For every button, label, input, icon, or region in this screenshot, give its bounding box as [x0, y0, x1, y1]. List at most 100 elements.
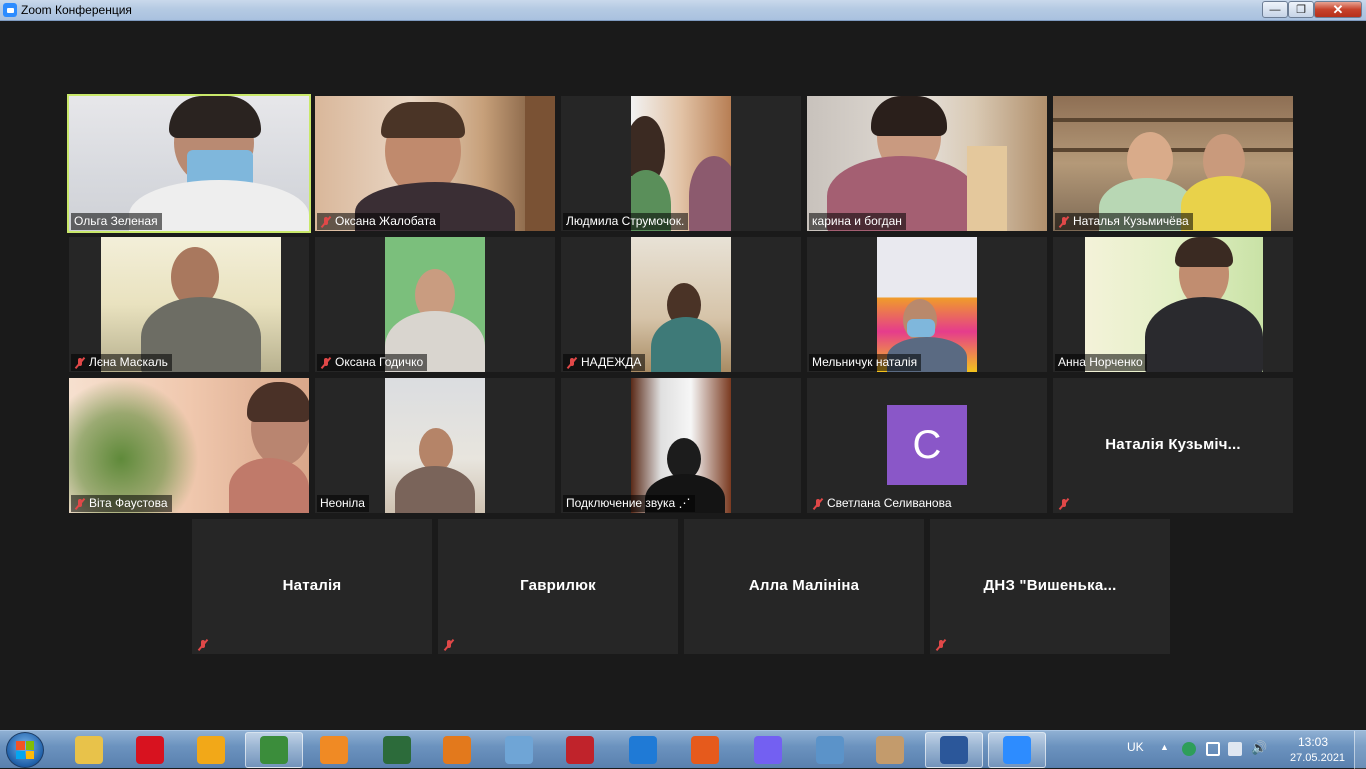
opera-icon [136, 736, 164, 764]
maximize-button[interactable]: ❐ [1288, 1, 1314, 18]
participant-tile[interactable]: Людмила Струмочок. [561, 96, 801, 231]
participant-tile[interactable]: Гаврилюк [438, 519, 678, 654]
antivirus-icon[interactable] [1182, 742, 1196, 756]
taskbar-button[interactable] [801, 732, 859, 768]
participant-tile[interactable]: Наталья Кузьмичёва [1053, 96, 1293, 231]
participant-video [69, 96, 309, 231]
participant-name: ДНЗ "Вишенька... [983, 577, 1117, 594]
file-explorer-icon [75, 736, 103, 764]
close-button[interactable]: ✕ [1314, 1, 1362, 18]
participant-tile[interactable]: Оксана Годичко [315, 237, 555, 372]
network-icon[interactable] [1206, 742, 1220, 756]
game-icon [443, 736, 471, 764]
mahjong-icon [876, 736, 904, 764]
taskbar-button[interactable] [551, 732, 609, 768]
microphone-muted-icon [812, 498, 824, 510]
participant-name: Оксана Жалобата [317, 213, 440, 230]
participant-tile[interactable]: карина и богдан [807, 96, 1047, 231]
taskbar-button[interactable] [305, 732, 363, 768]
participant-name: НАДЕЖДА [563, 354, 646, 371]
participant-video [1085, 237, 1263, 372]
microphone-muted-icon [935, 639, 947, 651]
participant-tile[interactable]: Оксана Жалобата [315, 96, 555, 231]
participant-name: Мельничук наталія [809, 354, 922, 371]
microphone-muted-icon [320, 357, 332, 369]
participant-tile[interactable]: Віта Фаустова [69, 378, 309, 513]
taskbar-button[interactable] [925, 732, 983, 768]
participant-name: Наталія Кузьміч... [1105, 436, 1241, 453]
gallery-view: Ольга Зеленая Оксана Жалобата Людмила Ст… [0, 22, 1366, 730]
taskbar-button[interactable] [121, 732, 179, 768]
eyes-icon [816, 736, 844, 764]
participant-name: Віта Фаустова [71, 495, 172, 512]
microphone-muted-icon [1058, 498, 1070, 510]
participant-tile[interactable]: Мельничук наталія [807, 237, 1047, 372]
show-hidden-icons-icon[interactable]: ▲ [1160, 742, 1169, 752]
participant-avatar: C [887, 405, 967, 485]
participant-tile[interactable]: Наталія [192, 519, 432, 654]
participant-name: Наталья Кузьмичёва [1055, 213, 1193, 230]
aimp-icon [197, 736, 225, 764]
participant-tile[interactable]: Анна Норченко [1053, 237, 1293, 372]
taskbar-button[interactable] [60, 732, 118, 768]
hearts-icon [566, 736, 594, 764]
word-icon [940, 736, 968, 764]
participant-name: Наталія [282, 577, 342, 594]
participant-name: Неоніла [317, 495, 369, 512]
participant-video [385, 378, 485, 513]
participant-tile[interactable]: Алла Малініна [684, 519, 924, 654]
clock-time[interactable]: 13:03 [1298, 735, 1328, 749]
minimize-button[interactable]: — [1262, 1, 1288, 18]
taskbar-button[interactable] [988, 732, 1046, 768]
clock-date[interactable]: 27.05.2021 [1290, 752, 1345, 764]
language-indicator[interactable]: UK [1127, 740, 1144, 754]
participant-tile[interactable]: C Светлана Селиванова [807, 378, 1047, 513]
volume-icon[interactable]: 🔊 [1251, 740, 1267, 755]
participant-tile[interactable]: Ольга Зеленая [67, 94, 311, 233]
taskbar-button[interactable] [245, 732, 303, 768]
participant-name: Подключение звука ⋰ [563, 495, 695, 512]
participant-video [631, 378, 731, 513]
windows-logo-icon [16, 741, 34, 759]
taskbar-button[interactable] [368, 732, 426, 768]
participant-video [877, 237, 977, 372]
microphone-muted-icon [443, 639, 455, 651]
participant-name: Оксана Годичко [317, 354, 428, 371]
participant-name: Анна Норченко [1055, 354, 1147, 371]
start-button[interactable] [6, 732, 44, 768]
window-title: Zoom Конференция [21, 3, 132, 17]
taskbar-button[interactable] [614, 732, 672, 768]
microphone-muted-icon [197, 639, 209, 651]
viber-icon [754, 736, 782, 764]
solitaire-icon [383, 736, 411, 764]
media-player-icon [320, 736, 348, 764]
participant-tile[interactable]: НАДЕЖДА [561, 237, 801, 372]
internet-explorer-icon [629, 736, 657, 764]
taskbar-button[interactable] [182, 732, 240, 768]
participant-name: Людмила Струмочок. [563, 213, 689, 230]
microphone-muted-icon [1058, 216, 1070, 228]
taskbar-button[interactable] [490, 732, 548, 768]
participant-name: карина и богдан [809, 213, 906, 230]
microphone-muted-icon [74, 498, 86, 510]
taskbar-button[interactable] [676, 732, 734, 768]
participant-name: Алла Малініна [748, 577, 860, 594]
participant-tile[interactable]: ДНЗ "Вишенька... [930, 519, 1170, 654]
microphone-muted-icon [320, 216, 332, 228]
participant-tile[interactable]: Неоніла [315, 378, 555, 513]
participant-tile[interactable]: Наталія Кузьміч... [1053, 378, 1293, 513]
taskbar-button[interactable] [428, 732, 486, 768]
participant-video [385, 237, 485, 372]
zoom-icon [1003, 736, 1031, 764]
participant-video [807, 96, 1047, 231]
participant-tile[interactable]: Лєна Маскаль [69, 237, 309, 372]
taskbar-button[interactable] [739, 732, 797, 768]
taskbar-button[interactable] [861, 732, 919, 768]
microphone-muted-icon [566, 357, 578, 369]
participant-tile[interactable]: Подключение звука ⋰ [561, 378, 801, 513]
show-desktop-button[interactable] [1354, 731, 1366, 769]
system-tray: UK ▲ 🔊 13:03 27.05.2021 [1120, 731, 1366, 769]
taskbar: UK ▲ 🔊 13:03 27.05.2021 [0, 730, 1366, 769]
device-icon[interactable] [1228, 742, 1242, 756]
microphone-muted-icon [74, 357, 86, 369]
